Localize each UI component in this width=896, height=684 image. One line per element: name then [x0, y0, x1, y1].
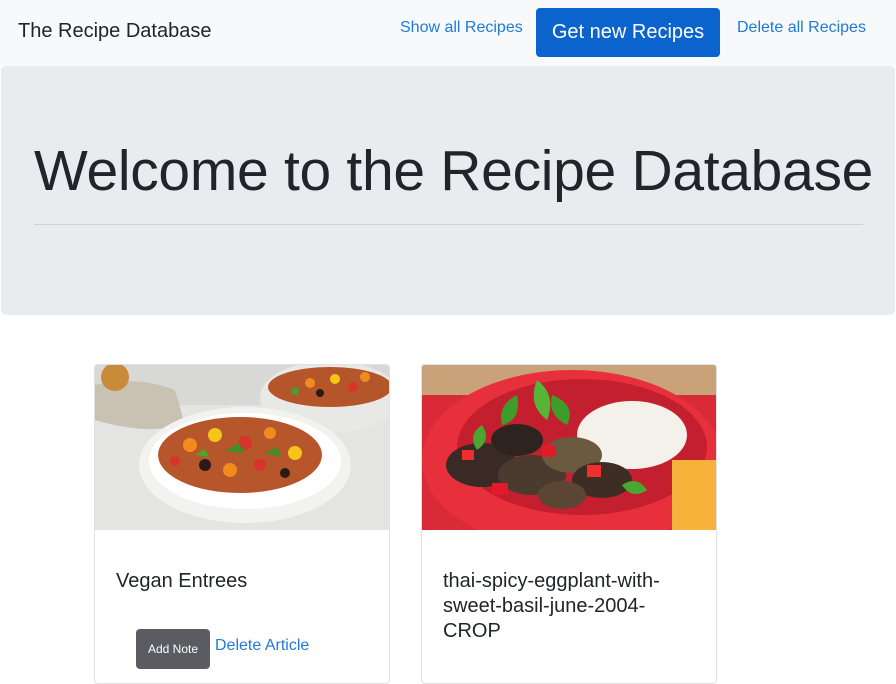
delete-article-link[interactable]: Delete Article: [215, 637, 309, 655]
navbar-brand[interactable]: The Recipe Database: [18, 20, 211, 43]
recipe-card: Vegan Entrees Add Note Delete Article: [94, 364, 390, 684]
get-new-recipes-button[interactable]: Get new Recipes: [536, 8, 720, 57]
delete-all-recipes-link[interactable]: Delete all Recipes: [737, 19, 866, 37]
eggplant-dish-photo-icon: [422, 365, 716, 530]
add-note-button[interactable]: Add Note: [136, 629, 210, 669]
eggplant-dish-image: [422, 365, 716, 530]
navbar: The Recipe Database Show all Recipes Get…: [0, 0, 896, 66]
recipe-card: thai-spicy-eggplant-with-sweet-basil-jun…: [421, 364, 717, 684]
title-divider: [34, 224, 863, 225]
page-title: Welcome to the Recipe Database: [34, 139, 874, 203]
show-all-recipes-link[interactable]: Show all Recipes: [400, 19, 523, 37]
vegetable-bowl-image: [95, 365, 389, 530]
card-title: Vegan Entrees: [116, 570, 248, 592]
card-title: thai-spicy-eggplant-with-sweet-basil-jun…: [443, 570, 660, 642]
vegetable-bowl-photo-icon: [95, 365, 389, 530]
